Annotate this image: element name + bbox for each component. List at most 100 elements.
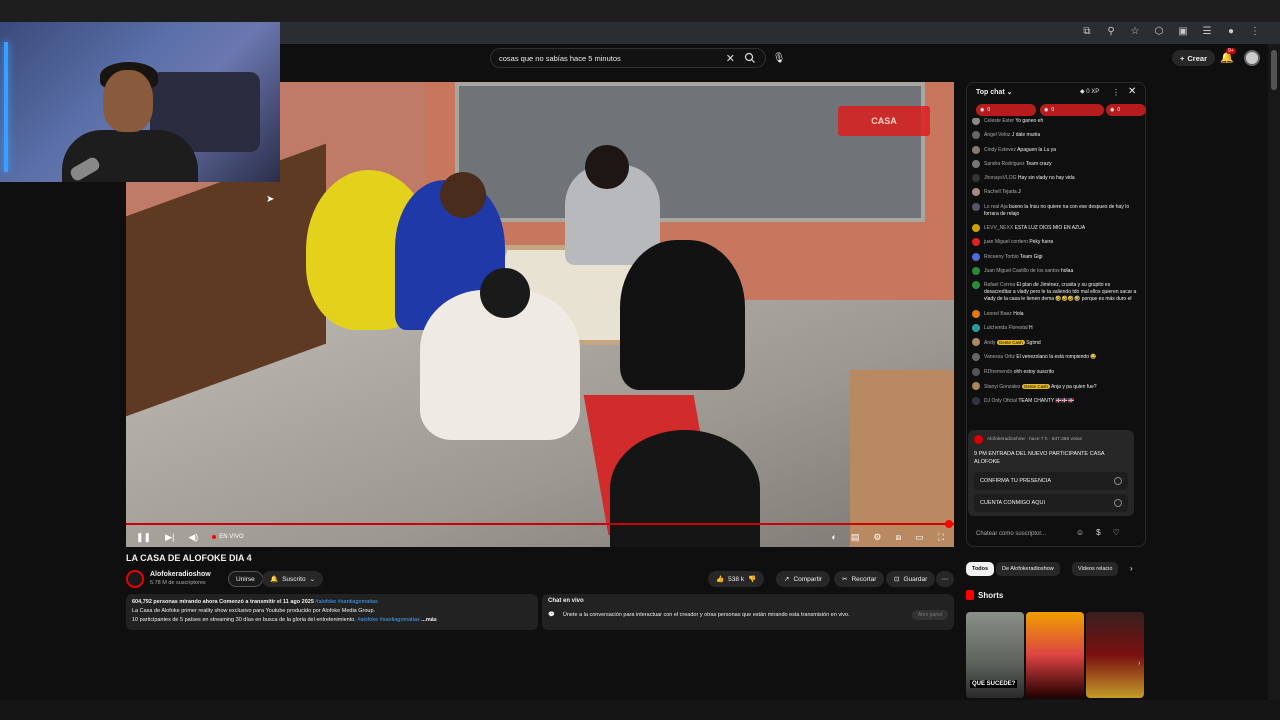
poll-option[interactable]: CONFIRMA TU PRESENCIA bbox=[974, 472, 1128, 490]
chat-message[interactable]: juan Miguel cordero Peky fuera bbox=[972, 238, 1138, 247]
cast-icon[interactable]: ⧉ bbox=[1080, 26, 1094, 37]
like-dislike-group[interactable]: 👍 538 k 👎 bbox=[708, 571, 765, 587]
chat-author[interactable]: Cindy Estevez bbox=[984, 147, 1016, 153]
show-more-link[interactable]: ...más bbox=[421, 617, 437, 623]
video-progress-bar[interactable] bbox=[126, 523, 954, 525]
chat-author[interactable]: Leonel Baez bbox=[984, 311, 1012, 317]
avatar[interactable] bbox=[972, 382, 980, 391]
zoom-icon[interactable]: ⚲ bbox=[1104, 26, 1118, 37]
channel-name[interactable]: Alofokeradioshow bbox=[150, 571, 211, 578]
chat-author[interactable]: Lo real Aja bbox=[984, 204, 1008, 210]
chat-message[interactable]: Andy Gente Cash Sgtmd bbox=[972, 338, 1138, 347]
chat-message[interactable]: Angel Veloz J dale muriia bbox=[972, 131, 1138, 140]
pause-icon[interactable]: ❚❚ bbox=[136, 532, 151, 543]
menu-icon[interactable]: ☰ bbox=[1200, 26, 1214, 37]
create-button[interactable]: + Crear bbox=[1172, 50, 1215, 66]
fullscreen-icon[interactable]: ⛶ bbox=[938, 532, 944, 543]
avatar[interactable] bbox=[972, 238, 980, 247]
theater-mode-icon[interactable]: ▭ bbox=[915, 532, 924, 543]
autoplay-toggle-icon[interactable]: ◐ bbox=[831, 532, 836, 542]
chat-message[interactable]: JhonaysVLOG Hay sin vlady no hay vida bbox=[972, 174, 1138, 183]
avatar[interactable] bbox=[972, 353, 980, 362]
more-icon[interactable]: ⋮ bbox=[1248, 26, 1262, 37]
super-chat-ticker[interactable]: ◉ 0 bbox=[1040, 104, 1104, 116]
avatar[interactable] bbox=[972, 145, 980, 154]
short-thumbnail[interactable]: QUE SUCEDE? bbox=[966, 612, 1024, 698]
chat-message[interactable]: LEVV_NEXX ESTA LUZ DIOS MIO EN AZUA bbox=[972, 224, 1138, 233]
chat-message[interactable]: Lo real Aja bueno la Insu no quiere na c… bbox=[972, 202, 1138, 218]
avatar[interactable] bbox=[972, 323, 980, 332]
avatar[interactable] bbox=[972, 367, 980, 376]
emoji-icon[interactable]: ☺ bbox=[1076, 528, 1084, 537]
search-icon[interactable] bbox=[743, 51, 757, 65]
super-chat-ticker[interactable]: ◉ 0 bbox=[1106, 104, 1146, 116]
chevron-right-icon[interactable]: › bbox=[1130, 564, 1133, 573]
chat-message[interactable]: Vanessa Ortiz El venezolano la está romp… bbox=[972, 353, 1138, 362]
radio-icon[interactable] bbox=[1114, 477, 1122, 485]
chip-from-channel[interactable]: De Alofokeradioshow bbox=[996, 562, 1060, 576]
avatar[interactable] bbox=[972, 159, 980, 168]
search-input[interactable]: cosas que no sabías hace 5 minutos bbox=[499, 54, 726, 63]
hashtags[interactable]: #alofoke #santiagomatias bbox=[315, 599, 377, 605]
super-chat-icon[interactable]: $ bbox=[1096, 528, 1100, 537]
chat-message[interactable]: Rafael Correa El plan de Jiménez, crusit… bbox=[972, 281, 1138, 303]
profile-icon[interactable]: ● bbox=[1224, 26, 1238, 37]
bookmark-star-icon[interactable]: ☆ bbox=[1128, 26, 1142, 37]
chat-author[interactable]: Angel Veloz bbox=[984, 132, 1010, 138]
account-avatar[interactable] bbox=[1244, 50, 1260, 66]
chip-related[interactable]: Videos relacio bbox=[1072, 562, 1119, 576]
voice-search-mic-icon[interactable]: 🎙 bbox=[770, 50, 788, 66]
chat-message[interactable]: Leonel Baez Hola bbox=[972, 309, 1138, 318]
chat-author[interactable]: Lulchenda Florestal bbox=[984, 325, 1028, 331]
chat-author[interactable]: Stanyi Gonzalez bbox=[984, 384, 1020, 390]
chat-author[interactable]: Roceeny Torbio bbox=[984, 254, 1019, 260]
chat-author[interactable]: juan Miguel cordero bbox=[984, 239, 1028, 245]
subtitles-icon[interactable]: ▤ bbox=[851, 532, 860, 543]
chat-author[interactable]: Rachell Tejada bbox=[984, 189, 1017, 195]
heart-icon[interactable]: ♡ bbox=[1113, 528, 1120, 537]
next-icon[interactable]: ▶| bbox=[165, 532, 174, 543]
avatar[interactable] bbox=[972, 224, 980, 233]
extensions-icon[interactable]: ⬡ bbox=[1152, 26, 1166, 37]
chevron-right-icon[interactable]: › bbox=[1138, 660, 1140, 667]
avatar[interactable] bbox=[972, 202, 980, 211]
volume-icon[interactable]: ◀) bbox=[188, 532, 198, 543]
chat-author[interactable]: JhonaysVLOG bbox=[984, 175, 1017, 181]
chat-mode-selector[interactable]: Top chat ⌄ bbox=[976, 88, 1012, 96]
chat-author[interactable]: LEVV_NEXX bbox=[984, 225, 1013, 231]
chat-message[interactable]: RDtremendo ohh estoy suscrito bbox=[972, 367, 1138, 376]
avatar[interactable] bbox=[972, 188, 980, 197]
chat-message-list[interactable]: Celeste Ester Yo ganeo eh Angel Veloz J d… bbox=[972, 118, 1138, 430]
more-actions-icon[interactable]: ⋯ bbox=[936, 571, 954, 587]
chat-options-icon[interactable]: ⋮ bbox=[1112, 88, 1120, 97]
chat-message[interactable]: Cindy Estevez Apaguen la Lu ya bbox=[972, 145, 1138, 154]
channel-avatar[interactable] bbox=[126, 570, 144, 588]
chat-author[interactable]: RDtremendo bbox=[984, 369, 1012, 375]
short-thumbnail[interactable] bbox=[1026, 612, 1084, 698]
live-indicator[interactable]: EN VIVO bbox=[212, 534, 243, 540]
clip-button[interactable]: ✂ Recortar bbox=[834, 571, 885, 587]
chat-author[interactable]: DJ Only Oficial bbox=[984, 398, 1017, 404]
page-scrollbar[interactable] bbox=[1268, 44, 1280, 700]
sidebar-icon[interactable]: ▣ bbox=[1176, 26, 1190, 37]
avatar[interactable] bbox=[972, 266, 980, 275]
chip-all[interactable]: Todos bbox=[966, 562, 995, 576]
chat-message[interactable]: Rachell Tejada J bbox=[972, 188, 1138, 197]
chat-author[interactable]: Rafael Correa bbox=[984, 282, 1015, 288]
chat-message[interactable]: Sandra Rodríguez Team crazy bbox=[972, 159, 1138, 168]
miniplayer-icon[interactable]: ⧈ bbox=[895, 532, 901, 543]
short-thumbnail[interactable] bbox=[1086, 612, 1144, 698]
avatar[interactable] bbox=[972, 118, 980, 125]
chat-message[interactable]: Juan Miguel Castillo de los santos holaa bbox=[972, 266, 1138, 275]
xp-counter[interactable]: ◆ 0 XP bbox=[1080, 88, 1099, 95]
search-box[interactable]: cosas que no sabías hace 5 minutos ✕ bbox=[490, 48, 766, 68]
avatar[interactable] bbox=[972, 309, 980, 318]
scrollbar-thumb[interactable] bbox=[1271, 50, 1277, 90]
chat-author[interactable]: Sandra Rodríguez bbox=[984, 161, 1025, 167]
avatar[interactable] bbox=[972, 174, 980, 183]
chat-author[interactable]: Juan Miguel Castillo de los santos bbox=[984, 268, 1060, 274]
description-box[interactable]: 604,792 personas mirando ahora Comenzó a… bbox=[126, 594, 538, 630]
avatar[interactable] bbox=[972, 397, 980, 406]
thumbs-down-icon[interactable]: 👎 bbox=[748, 575, 756, 583]
poll-option[interactable]: CUENTA CONMIGO AQUI bbox=[974, 494, 1128, 512]
